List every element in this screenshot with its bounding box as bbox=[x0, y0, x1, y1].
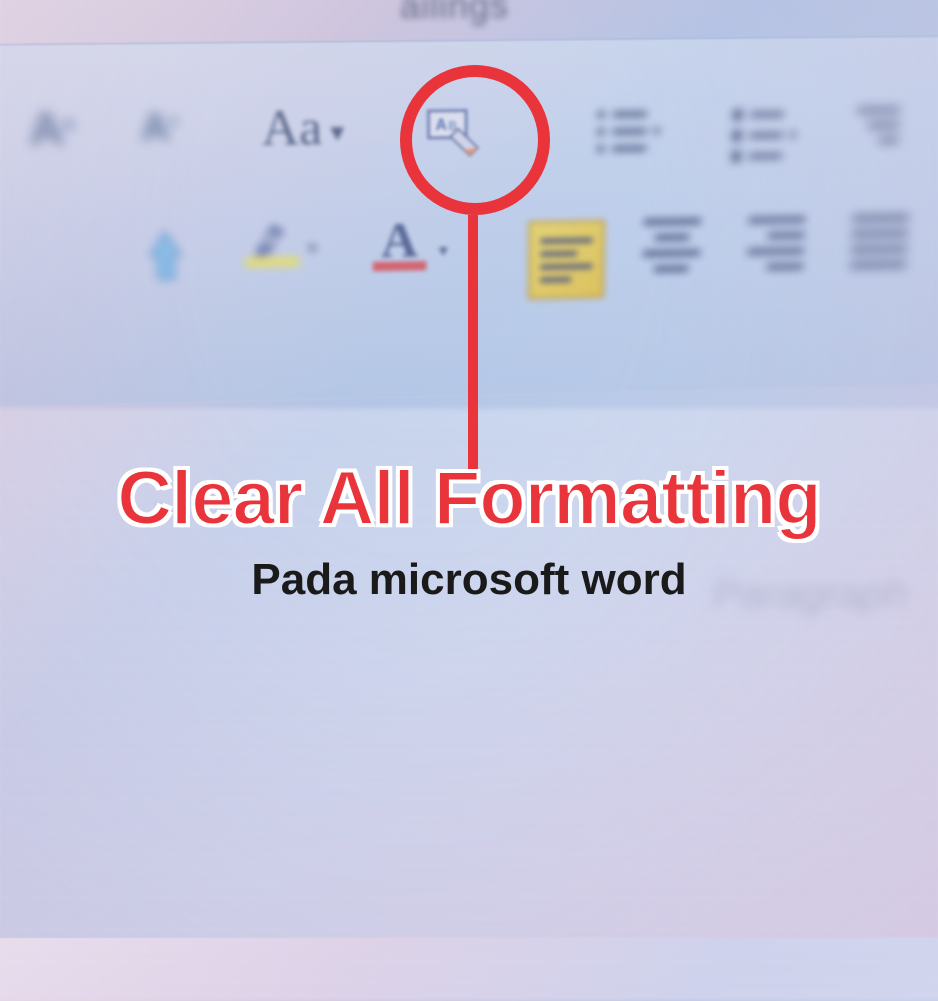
align-left-button[interactable] bbox=[528, 220, 606, 300]
text-effects-button[interactable] bbox=[134, 226, 196, 293]
svg-text:ab: ab bbox=[263, 232, 279, 247]
annotation-title: Clear All Formatting bbox=[0, 455, 938, 542]
highlight-button[interactable]: ab ▾ bbox=[244, 215, 300, 267]
annotation-circle bbox=[400, 65, 550, 215]
change-case-button[interactable]: Aa▾ bbox=[261, 99, 345, 157]
numbering-button[interactable]: ▾ bbox=[731, 108, 798, 162]
grow-font-button[interactable]: A▴ bbox=[27, 102, 75, 156]
font-color-button[interactable]: A ▾ bbox=[372, 213, 426, 271]
multilevel-list-button[interactable] bbox=[856, 107, 900, 143]
align-right-button[interactable] bbox=[747, 216, 806, 270]
bullets-button[interactable]: ▾ bbox=[597, 110, 662, 153]
annotation-line bbox=[468, 215, 478, 475]
align-center-button[interactable] bbox=[643, 218, 701, 273]
font-toolbar-row2: ab ▾ A ▾ bbox=[3, 205, 917, 334]
annotation-subtitle: Pada microsoft word bbox=[0, 555, 938, 605]
align-justify-button[interactable] bbox=[850, 214, 909, 268]
ribbon-tab-label[interactable]: ailings bbox=[400, 0, 509, 27]
shrink-font-button[interactable]: A▾ bbox=[140, 106, 179, 150]
